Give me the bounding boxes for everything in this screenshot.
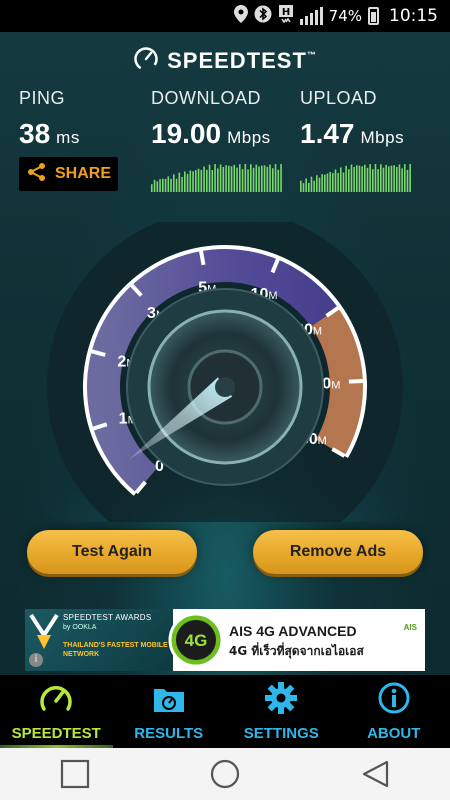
battery-percent: 74% <box>328 7 362 25</box>
upload-label: UPLOAD <box>300 88 378 108</box>
home-button[interactable] <box>195 754 255 794</box>
network-type-icon: H <box>278 5 294 27</box>
ad-brand-logo: AIS <box>403 623 417 632</box>
ad-banner[interactable]: SPEEDTEST AWARDS by OOKLA THAILAND'S FAS… <box>25 609 425 671</box>
tab-settings[interactable]: SETTINGS <box>225 675 338 748</box>
svg-text:H: H <box>281 7 289 18</box>
location-icon <box>233 5 248 27</box>
tab-settings-label: SETTINGS <box>243 725 319 742</box>
system-nav-bar <box>0 748 450 800</box>
ad-info-icon[interactable]: i <box>29 653 43 667</box>
svg-text:4G: 4G <box>185 631 208 650</box>
upload-value: 1.47 <box>300 118 355 149</box>
share-icon <box>27 162 47 187</box>
app-main: SPEEDTEST™ PING DOWNLOAD UPLOAD 38 ms 19.… <box>0 32 450 675</box>
download-value-group: 19.00 Mbps <box>151 118 271 150</box>
speedtest-logo-icon <box>133 46 159 78</box>
ad-subtitle: 4G ที่เร็วที่สุดจากเอไอเอส <box>229 644 364 658</box>
folder-icon <box>151 683 187 719</box>
brand-header: SPEEDTEST™ <box>0 46 450 78</box>
ad-award-text: THAILAND'S FASTEST MOBILE NETWORK <box>63 642 168 658</box>
battery-icon <box>368 7 379 25</box>
gauge-tick-mark <box>199 250 206 266</box>
square-icon <box>60 759 90 789</box>
tab-speedtest-label: SPEEDTEST <box>11 725 101 742</box>
gauge-icon <box>38 683 74 719</box>
ping-label: PING <box>19 88 66 108</box>
ad-award-title: SPEEDTEST AWARDS <box>63 613 152 622</box>
ping-unit: ms <box>56 128 80 147</box>
tab-results[interactable]: RESULTS <box>113 675 226 748</box>
upload-value-group: 1.47 Mbps <box>300 118 404 150</box>
share-button[interactable]: SHARE <box>19 157 118 191</box>
share-label: SHARE <box>55 165 112 182</box>
download-unit: Mbps <box>227 128 271 147</box>
download-sparkline <box>151 164 282 192</box>
tab-about-label: ABOUT <box>367 725 421 742</box>
ping-value: 38 <box>19 118 51 149</box>
signal-strength-icon <box>299 7 323 25</box>
4g-badge-icon: 4G <box>168 612 224 668</box>
remove-ads-button[interactable]: Remove Ads <box>253 530 423 574</box>
info-icon <box>377 681 411 719</box>
bluetooth-icon <box>254 5 272 27</box>
tab-about[interactable]: ABOUT <box>338 675 450 748</box>
circle-icon <box>210 759 240 789</box>
clock: 10:15 <box>389 6 438 26</box>
tab-results-label: RESULTS <box>134 725 204 742</box>
status-bar: H 74% 10:15 <box>0 0 450 32</box>
download-label: DOWNLOAD <box>151 88 262 108</box>
download-value: 19.00 <box>151 118 222 149</box>
gauge-tick-mark <box>348 378 363 384</box>
award-logo-icon <box>29 613 59 649</box>
recent-apps-button[interactable] <box>45 754 105 794</box>
triangle-back-icon <box>362 760 389 788</box>
gear-icon <box>264 681 298 719</box>
brand-name: SPEEDTEST <box>167 48 307 73</box>
ping-value-group: 38 ms <box>19 118 80 150</box>
bottom-tab-bar: SPEEDTEST RESULTS SETTINGS ABOUT <box>0 675 450 748</box>
tab-speedtest[interactable]: SPEEDTEST <box>0 675 113 748</box>
upload-unit: Mbps <box>360 128 405 147</box>
ad-award-panel: SPEEDTEST AWARDS by OOKLA THAILAND'S FAS… <box>25 609 173 671</box>
ad-title: AIS 4G ADVANCED <box>229 623 357 639</box>
ad-award-by: by OOKLA <box>63 624 97 631</box>
brand-trademark: ™ <box>306 50 317 60</box>
speed-gauge: 01M2M3M5M10M20M30M50M <box>40 222 410 522</box>
upload-sparkline <box>300 164 411 192</box>
back-button[interactable] <box>345 754 405 794</box>
test-again-button[interactable]: Test Again <box>27 530 197 574</box>
